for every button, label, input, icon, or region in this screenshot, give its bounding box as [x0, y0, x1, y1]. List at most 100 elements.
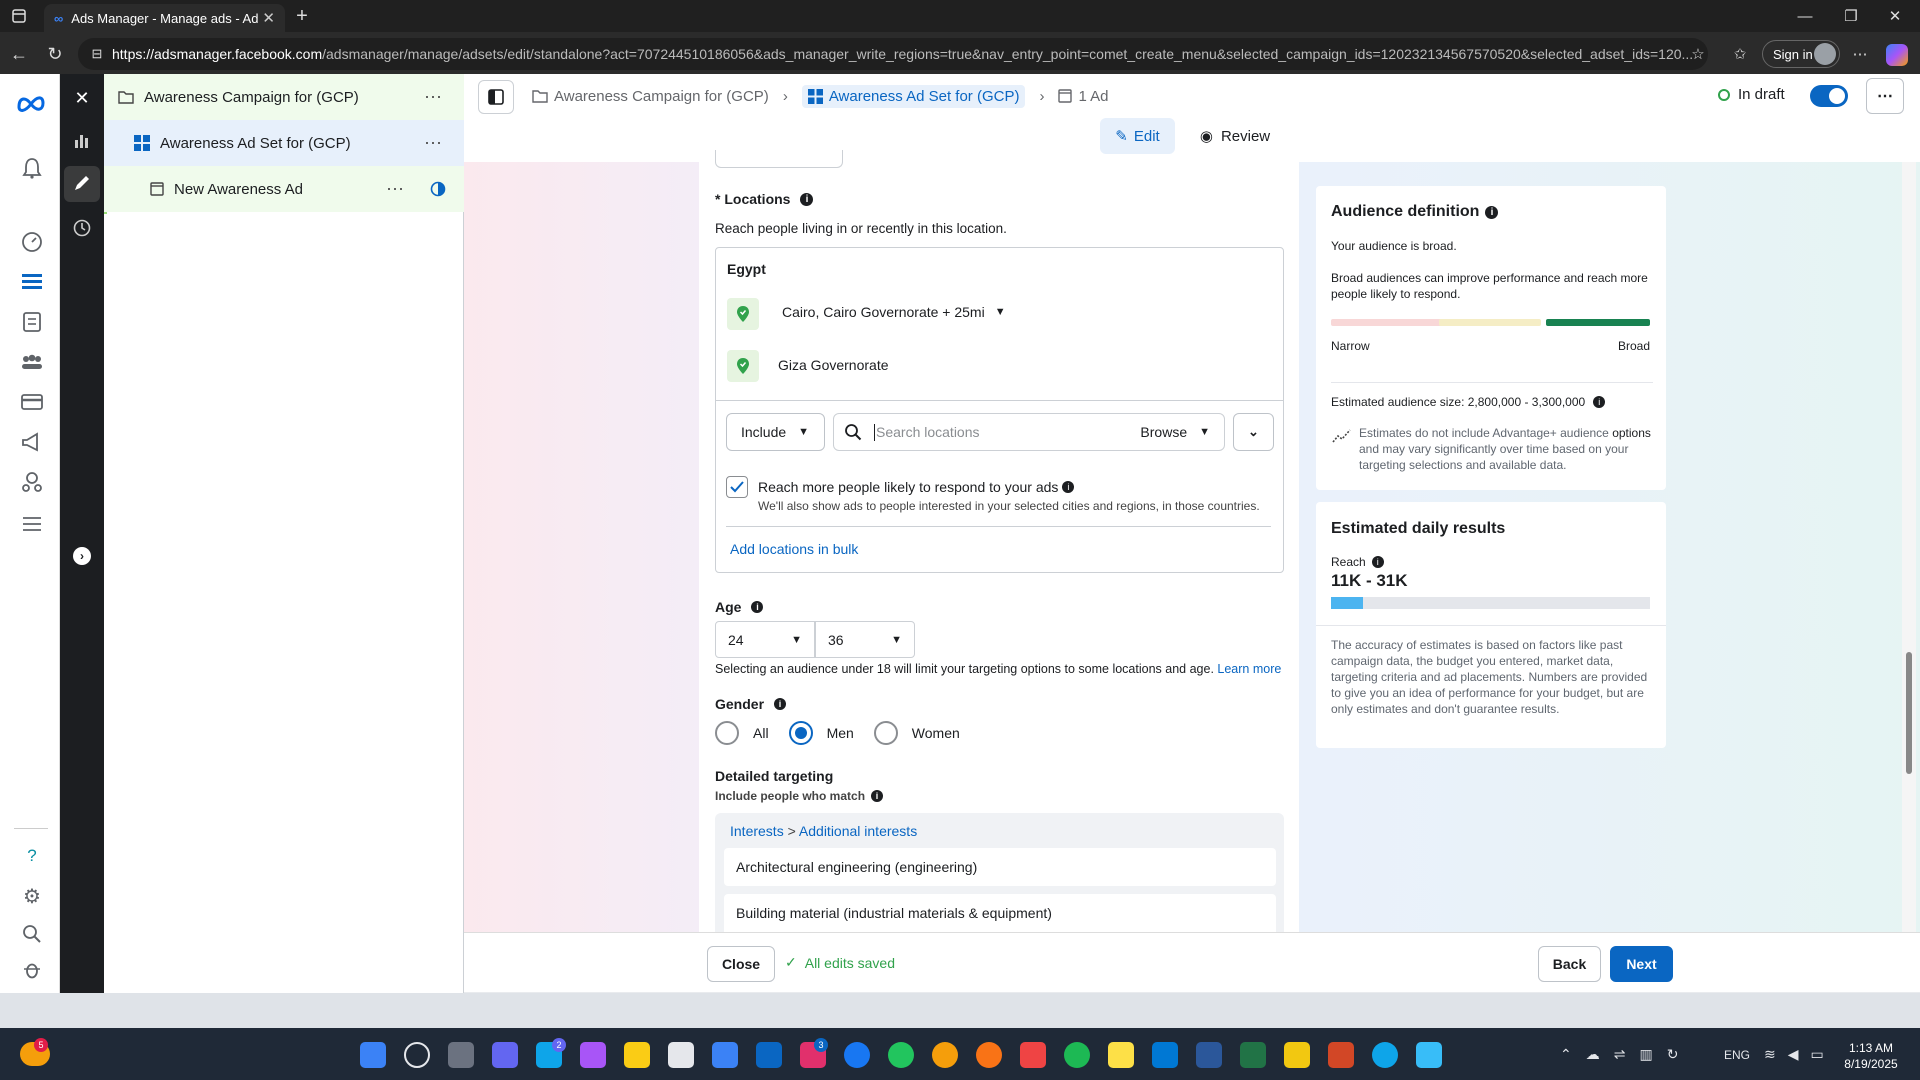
audiences-icon[interactable] [18, 348, 46, 376]
spotify-icon[interactable] [1064, 1042, 1090, 1068]
ad-more-icon[interactable]: ⋯ [386, 179, 404, 200]
battery-icon[interactable]: ▭ [1811, 1046, 1824, 1063]
include-exclude-dropdown[interactable]: Include ▼ [726, 413, 825, 451]
info-icon[interactable]: i [800, 192, 814, 206]
age-max-select[interactable]: 36 ▼ [815, 621, 915, 658]
start-icon[interactable] [360, 1042, 386, 1068]
campaigns-table-icon[interactable] [18, 268, 46, 296]
edge-dev-icon[interactable] [1372, 1042, 1398, 1068]
tab-close-icon[interactable]: ✕ [262, 9, 275, 27]
info-icon[interactable]: i [1593, 396, 1606, 408]
whatsapp-icon[interactable] [888, 1042, 914, 1068]
bug-report-icon[interactable] [18, 956, 46, 984]
breadcrumb-ad[interactable]: 1 Ad [1078, 88, 1108, 105]
notifications-icon[interactable] [18, 154, 46, 182]
sign-in-button[interactable]: Sign in [1762, 40, 1840, 68]
more-icon[interactable]: ⋯ [1848, 42, 1872, 66]
tray-chevron-icon[interactable]: ⌃ [1560, 1046, 1572, 1063]
interest-path-b[interactable]: Additional interests [799, 823, 917, 839]
store-icon[interactable] [668, 1042, 694, 1068]
reload-icon[interactable]: ↻ [42, 42, 68, 66]
linkedin-icon[interactable] [756, 1042, 782, 1068]
youtube-icon[interactable] [1020, 1042, 1046, 1068]
edit-mode-button[interactable]: ✎ Edit [1100, 118, 1175, 154]
tree-row-campaign[interactable]: Awareness Campaign for (GCP) ⋯ [104, 74, 464, 120]
volume-icon[interactable]: ◀ [1788, 1046, 1799, 1063]
location-item-giza[interactable]: Giza Governorate [778, 357, 889, 373]
restore-icon[interactable]: ❐ [1836, 6, 1866, 26]
info-icon[interactable]: i [774, 698, 787, 710]
wifi-icon[interactable]: ≋ [1764, 1046, 1776, 1063]
overview-gauge-icon[interactable] [18, 228, 46, 256]
close-editor-icon[interactable]: ✕ [70, 86, 94, 110]
tree-row-ad[interactable]: New Awareness Ad ⋯ [104, 166, 464, 212]
learn-more-link[interactable]: Learn more [1217, 662, 1281, 676]
sync-icon[interactable]: ↻ [1667, 1046, 1679, 1063]
copilot-icon[interactable] [1886, 44, 1908, 66]
info-icon[interactable]: i [751, 601, 764, 613]
favorite-star-icon[interactable]: ☆ [1686, 42, 1710, 66]
add-locations-bulk-link[interactable]: Add locations in bulk [730, 541, 858, 557]
copilot-app-icon[interactable] [580, 1042, 606, 1068]
search-locations-input[interactable]: Search locations Browse ▼ [833, 413, 1225, 451]
interest-item[interactable]: Building material (industrial materials … [724, 894, 1276, 932]
back-icon[interactable]: ← [6, 42, 32, 66]
onedrive-icon[interactable]: ☁ [1586, 1046, 1600, 1063]
url-bar[interactable]: https://adsmanager.facebook.com/adsmanag… [78, 38, 1708, 70]
language-indicator[interactable]: ENG [1724, 1048, 1750, 1062]
info-icon[interactable]: i [871, 790, 884, 802]
search-icon[interactable] [18, 920, 46, 948]
megaphone-icon[interactable] [18, 428, 46, 456]
window-close-icon[interactable]: ✕ [1880, 6, 1910, 26]
pin-drop-dropdown[interactable]: ⌄ [1233, 413, 1274, 451]
teams-icon[interactable] [492, 1042, 518, 1068]
site-info-icon[interactable]: ⊟ [88, 44, 106, 64]
chrome-icon[interactable] [932, 1042, 958, 1068]
task-view-icon[interactable] [448, 1042, 474, 1068]
clock[interactable]: 1:13 AM 8/19/2025 [1836, 1040, 1906, 1072]
next-button[interactable]: Next [1610, 946, 1673, 982]
back-button[interactable]: Back [1538, 946, 1601, 982]
calendar-app-icon[interactable] [712, 1042, 738, 1068]
tray-settings-icon[interactable]: ⇌ [1614, 1046, 1626, 1063]
photos-icon[interactable] [1416, 1042, 1442, 1068]
adset-on-off-toggle[interactable] [1810, 85, 1848, 107]
breadcrumb-campaign[interactable]: Awareness Campaign for (GCP) [554, 88, 769, 105]
minimize-icon[interactable]: — [1790, 6, 1820, 26]
toggle-sidebar-icon[interactable] [478, 80, 514, 114]
interest-path-a[interactable]: Interests [730, 823, 784, 839]
info-icon[interactable]: i [1062, 481, 1075, 493]
info-icon[interactable]: i [1485, 205, 1499, 219]
gender-men-radio[interactable] [788, 721, 813, 745]
campaign-more-icon[interactable]: ⋯ [424, 87, 442, 108]
gender-all-radio[interactable] [715, 721, 739, 745]
tree-row-adset[interactable]: Awareness Ad Set for (GCP) ⋯ [104, 120, 464, 166]
browse-dropdown[interactable]: Browse ▼ [1140, 424, 1210, 440]
scrollbar-thumb[interactable] [1906, 652, 1912, 774]
powerpoint-icon[interactable] [1328, 1042, 1354, 1068]
note-options-link[interactable]: options [1612, 426, 1651, 440]
menu-icon[interactable] [18, 510, 46, 538]
breadcrumb-adset-wrap[interactable]: Awareness Ad Set for (GCP) [801, 84, 1026, 108]
review-mode-button[interactable]: ◉ Review [1190, 118, 1280, 154]
performance-chart-icon[interactable] [72, 130, 92, 150]
outlook-icon[interactable] [1152, 1042, 1178, 1068]
word-icon[interactable] [1196, 1042, 1222, 1068]
location-item-cairo[interactable]: Cairo, Cairo Governorate + 25mi ▼ [782, 304, 1006, 320]
more-options-button[interactable]: ⋯ [1866, 78, 1904, 114]
facebook-icon[interactable] [844, 1042, 870, 1068]
radius-dropdown-icon[interactable]: ▼ [995, 306, 1006, 318]
help-icon[interactable]: ? [18, 842, 46, 870]
edit-pencil-icon[interactable] [64, 166, 100, 202]
reach-more-checkbox[interactable] [726, 476, 748, 498]
file-explorer-icon[interactable] [624, 1042, 650, 1068]
expand-chevron-icon[interactable]: › [73, 547, 91, 565]
favorites-icon[interactable]: ✩ [1728, 42, 1752, 66]
history-clock-icon[interactable] [72, 218, 92, 238]
search-icon[interactable] [404, 1042, 430, 1068]
power-bi-icon[interactable] [1284, 1042, 1310, 1068]
info-icon[interactable]: i [1371, 556, 1384, 568]
billing-card-icon[interactable] [18, 388, 46, 416]
excel-icon[interactable] [1240, 1042, 1266, 1068]
interest-item[interactable]: Architectural engineering (engineering) [724, 848, 1276, 886]
